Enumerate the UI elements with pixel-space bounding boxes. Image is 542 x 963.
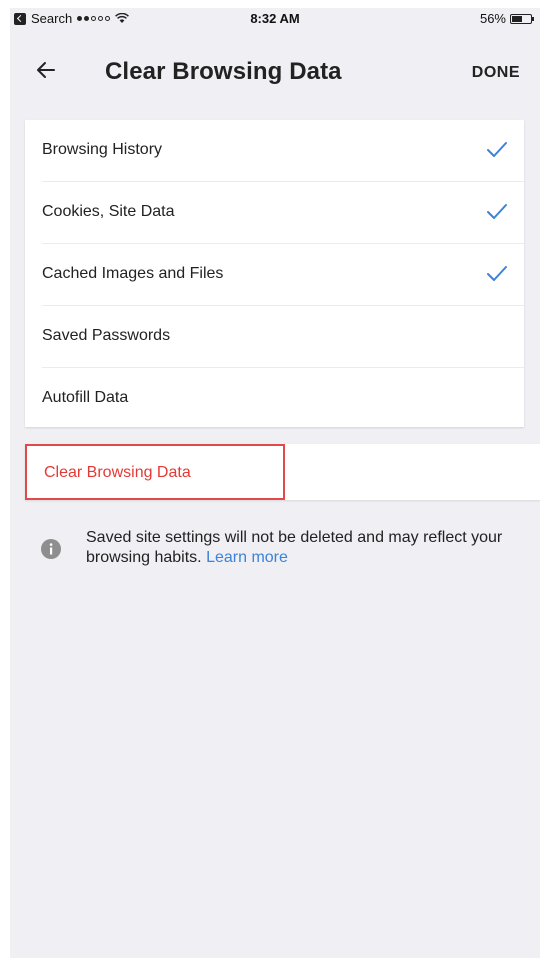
- clear-browsing-data-button[interactable]: Clear Browsing Data: [25, 444, 285, 500]
- nav-header: Clear Browsing Data DONE: [10, 48, 540, 100]
- option-label: Autofill Data: [42, 389, 129, 406]
- option-label: Browsing History: [42, 141, 163, 158]
- option-label: Cached Images and Files: [42, 265, 224, 282]
- option-saved-passwords[interactable]: Saved Passwords: [25, 306, 524, 368]
- screen: Search 8:32 AM 56% Clear Browsing Data D…: [10, 8, 540, 958]
- battery-percent: 56%: [479, 11, 506, 26]
- option-cached-images-files[interactable]: Cached Images and Files: [25, 244, 524, 306]
- page-title: Clear Browsing Data: [105, 58, 342, 85]
- option-label: Cookies, Site Data: [42, 203, 175, 220]
- clear-button-label: Clear Browsing Data: [44, 464, 191, 481]
- checkmark-icon: [487, 142, 507, 157]
- info-icon: [41, 539, 61, 559]
- checkmark-icon: [487, 204, 507, 219]
- note-text: Saved site settings will not be deleted …: [86, 528, 506, 568]
- learn-more-link[interactable]: Learn more: [206, 549, 288, 566]
- arrow-left-icon[interactable]: [34, 58, 58, 82]
- battery-icon: [510, 13, 534, 24]
- option-cookies-site-data[interactable]: Cookies, Site Data: [25, 182, 524, 244]
- checkmark-icon: [487, 266, 507, 281]
- options-card: Browsing History Cookies, Site Data Cach…: [25, 120, 524, 427]
- status-time: 8:32 AM: [250, 11, 300, 26]
- status-bar: Search 8:32 AM 56%: [10, 8, 540, 30]
- option-label: Saved Passwords: [42, 327, 171, 344]
- option-autofill-data[interactable]: Autofill Data: [25, 368, 524, 430]
- option-browsing-history[interactable]: Browsing History: [25, 120, 524, 182]
- note-message: Saved site settings will not be deleted …: [86, 529, 503, 566]
- status-right: 56%: [479, 11, 534, 26]
- done-button[interactable]: DONE: [472, 64, 520, 82]
- clear-card: Clear Browsing Data: [25, 444, 540, 500]
